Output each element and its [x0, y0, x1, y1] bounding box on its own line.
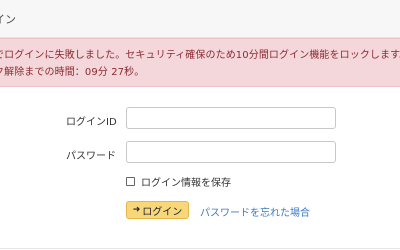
- login-id-label: ログインID: [66, 117, 117, 128]
- sign-in-icon: ➜: [132, 204, 141, 215]
- password-label: パスワード: [66, 151, 116, 162]
- login-button-label: ログイン: [142, 206, 183, 218]
- lockout-alert: でログインに失敗しました。セキュリティ確保のため10分間ログイン機能をロックしま…: [0, 38, 400, 87]
- remember-login-checkbox[interactable]: [126, 176, 135, 186]
- login-button[interactable]: ➜ ログイン: [126, 201, 189, 219]
- panel-title: イン: [0, 13, 16, 26]
- remember-login-label: ログイン情報を保存: [141, 177, 231, 189]
- password-input[interactable]: [126, 141, 336, 163]
- panel-bottom-divider: [0, 248, 400, 249]
- forgot-password-link[interactable]: パスワードを忘れた場合: [200, 204, 310, 219]
- login-panel: イン でログインに失敗しました。セキュリティ確保のため10分間ログイン機能をロッ…: [0, 0, 400, 250]
- alert-message: でログインに失敗しました。セキュリティ確保のため10分間ログイン機能をロックしま…: [0, 50, 400, 61]
- remember-login-row[interactable]: ログイン情報を保存: [126, 174, 231, 189]
- panel-header: イン: [0, 0, 400, 38]
- login-id-input[interactable]: [126, 107, 336, 129]
- alert-countdown: ク解除までの時間：09分 27秒。: [0, 67, 145, 78]
